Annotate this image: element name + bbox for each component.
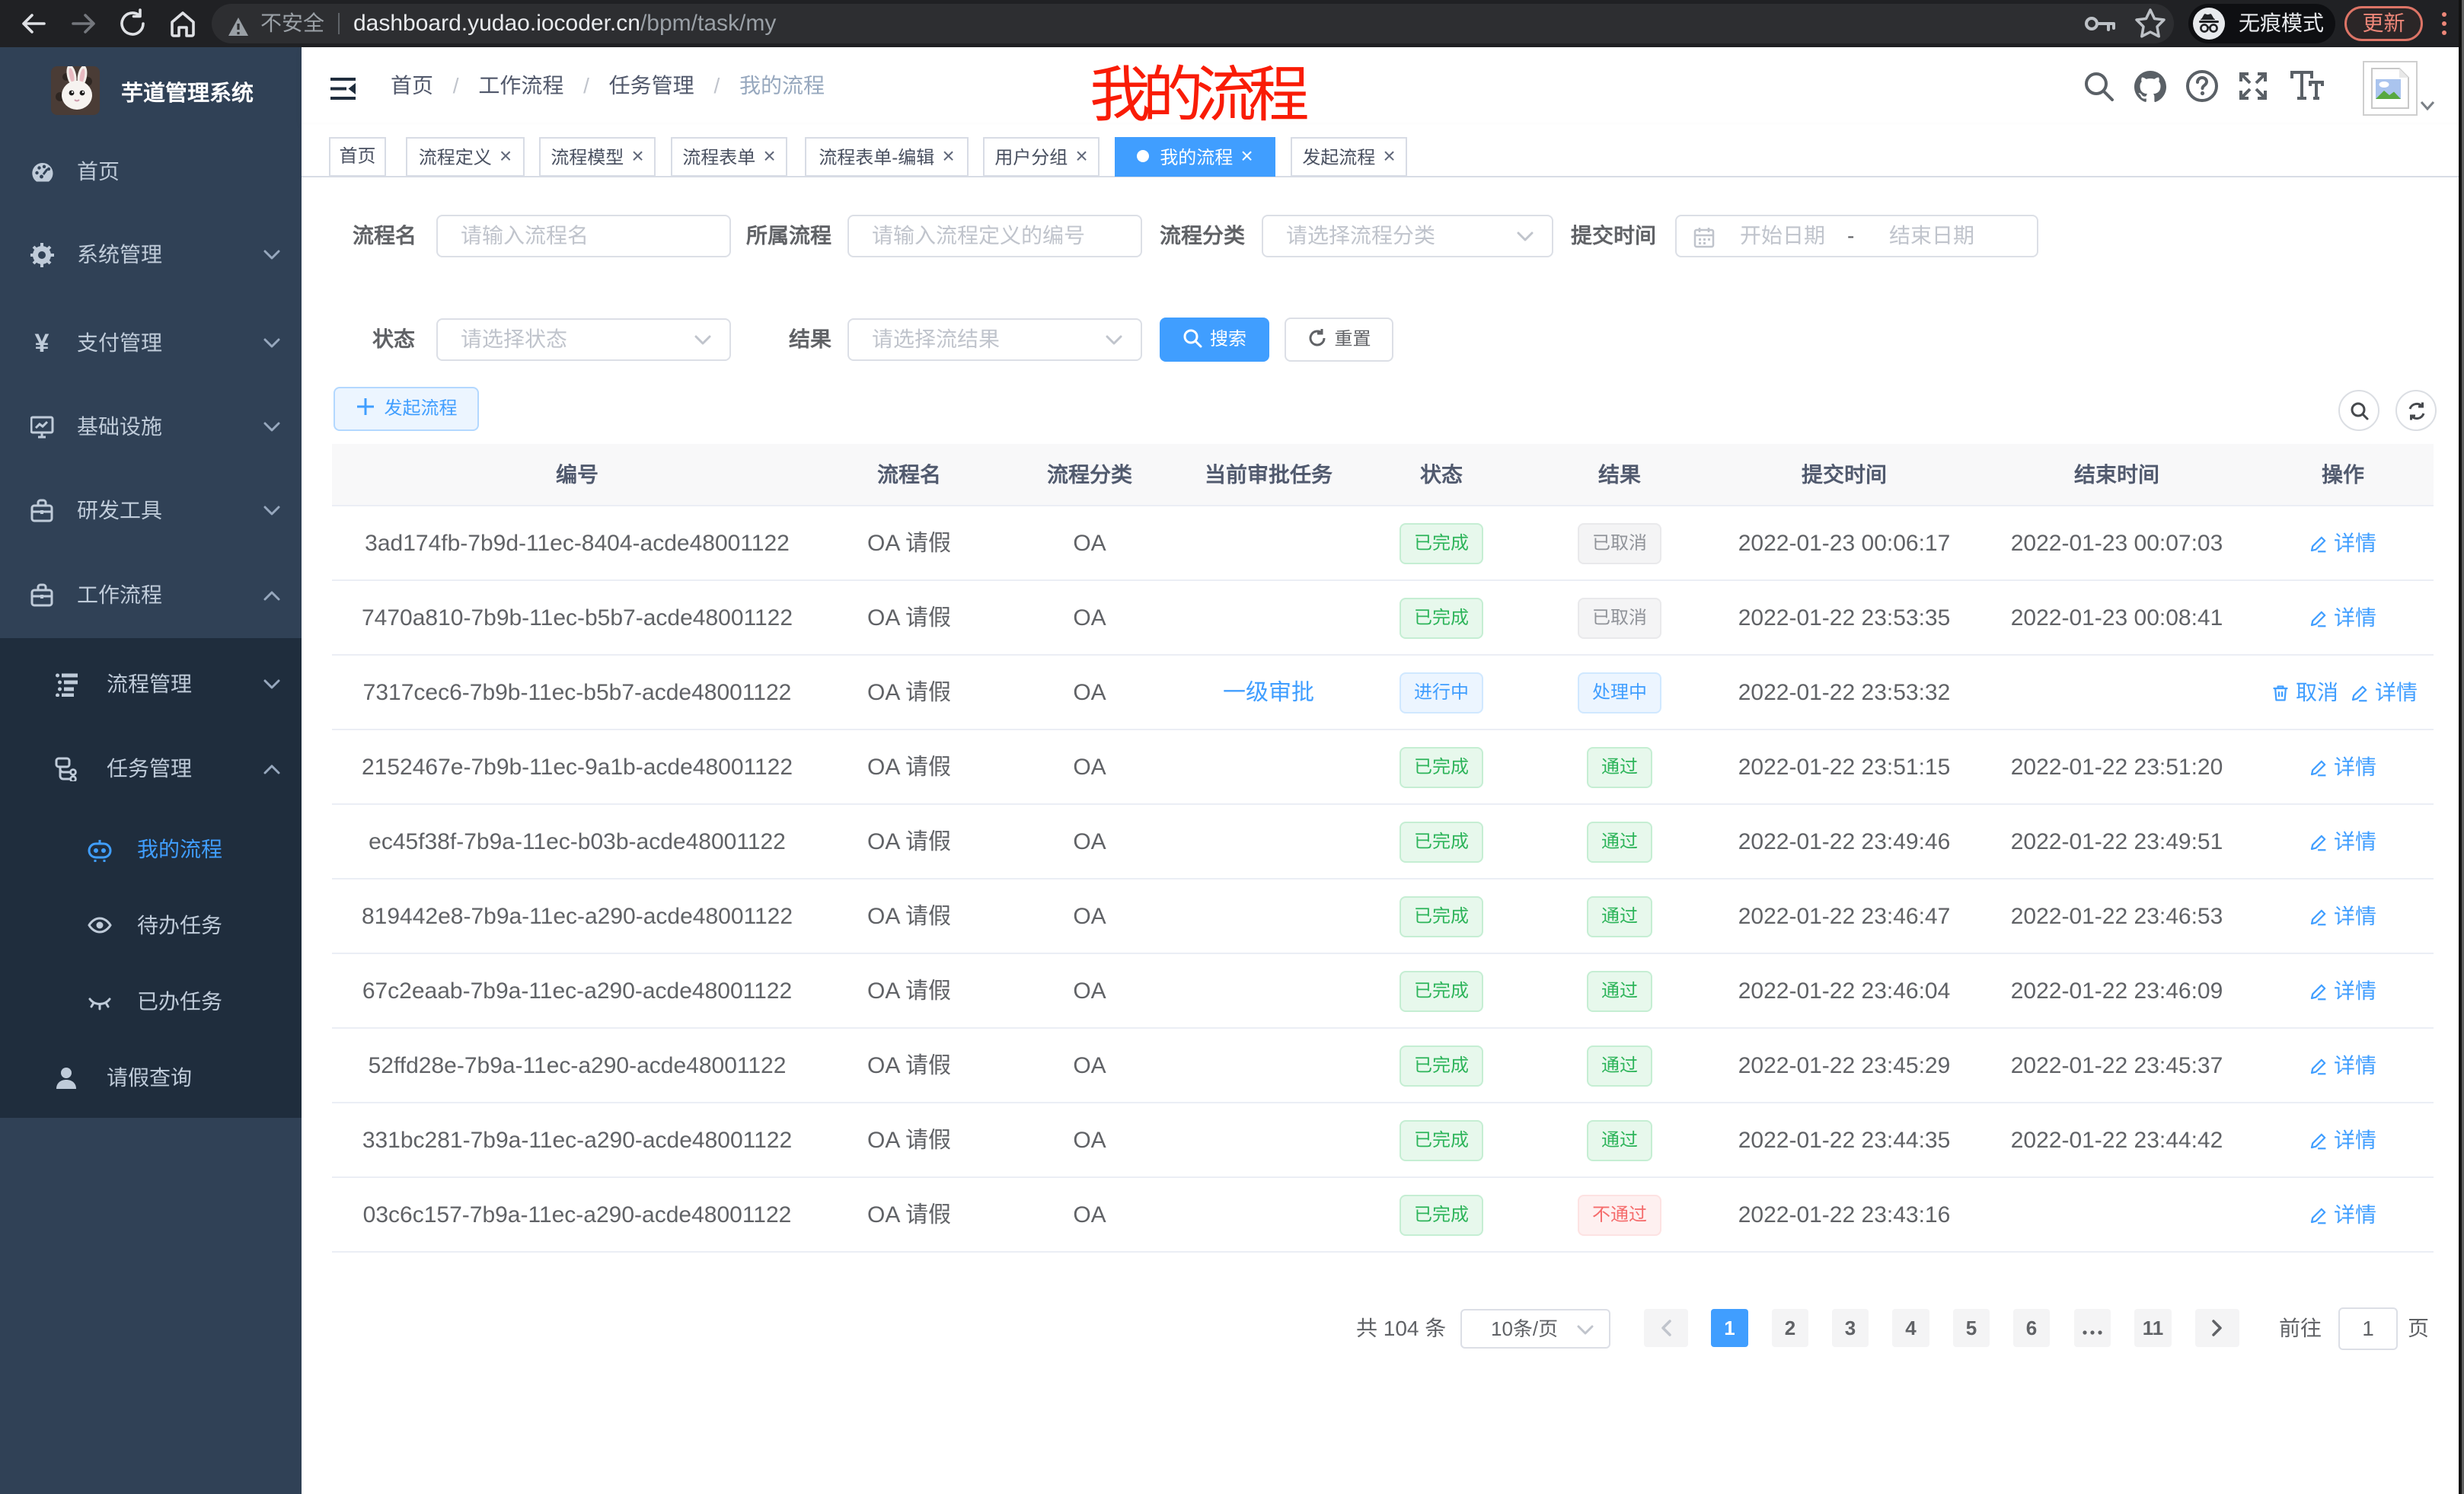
svg-text:¥: ¥ [35,331,49,356]
